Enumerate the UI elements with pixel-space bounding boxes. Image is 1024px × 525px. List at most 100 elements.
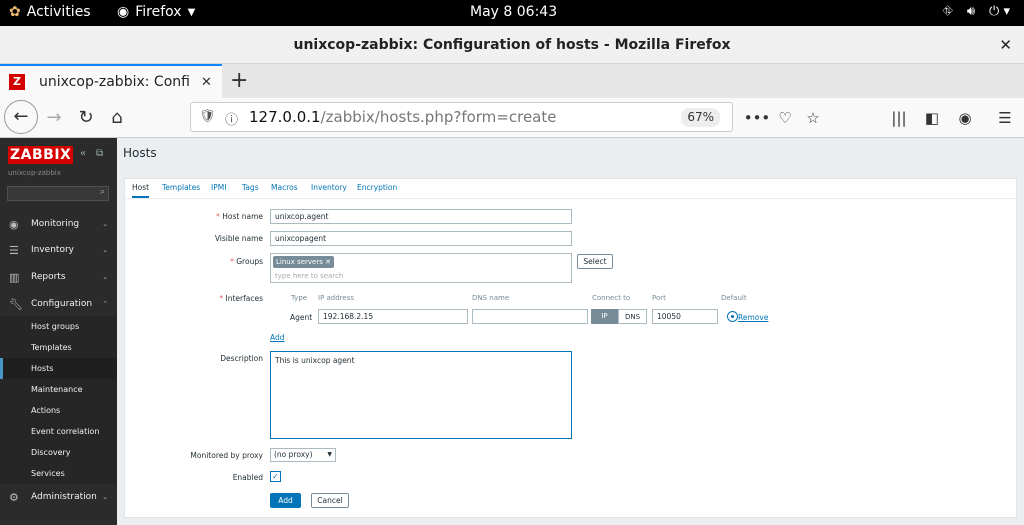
site-info-icon[interactable]: ⓘ [225,109,238,128]
add-button[interactable]: Add [270,493,301,508]
submenu-maintenance[interactable]: Maintenance [0,379,117,400]
remove-interface-link[interactable]: Remove [738,313,768,322]
iface-ip-input[interactable]: 192.168.2.15 [318,309,468,324]
collapse-sidebar-icon[interactable]: « [80,148,86,159]
tab-host[interactable]: Host [132,183,150,198]
iface-port-input[interactable]: 10050 [652,309,718,324]
account-icon[interactable]: ◉ [951,104,979,132]
clock[interactable]: May 8 06:43 [470,4,557,20]
search-icon[interactable]: ⌕ [100,187,105,197]
app-menu-button[interactable]: ◉ Firefox ▼ [117,4,195,20]
tab-tags[interactable]: Tags [242,183,259,192]
gear-icon: ⚙ [9,490,19,504]
menu-label: Reports [31,272,66,282]
form-tabs: Host Templates IPMI Tags Macros Inventor… [125,179,1018,199]
menu-label: Administration [31,492,97,502]
activities-button[interactable]: ✿ Activities [9,4,91,20]
tracking-shield-icon[interactable]: 🛡︎ [199,109,216,124]
submenu-host-groups[interactable]: Host groups [0,316,117,337]
browser-tab[interactable]: Z unixcop-zabbix: Configura ✕ [0,64,222,98]
sidebar-toggle-icon[interactable]: ◧ [918,104,946,132]
new-tab-icon[interactable]: + [230,68,248,93]
visible-name-label: Visible name [214,234,263,243]
host-name-input[interactable]: unixcop.agent [270,209,572,224]
iface-col-dns: DNS name [472,294,510,302]
menu-administration[interactable]: ⚙ Administration ⌄ [0,485,117,509]
hamburger-menu-icon[interactable]: ☰ [991,104,1019,132]
zabbix-logo[interactable]: ZABBIX [8,146,74,164]
reload-icon[interactable]: ↻ [72,104,100,132]
connect-dns-toggle[interactable]: DNS [618,309,647,324]
proxy-select[interactable]: (no proxy) ▼ [270,448,336,462]
add-interface-link[interactable]: Add [270,333,285,342]
back-icon[interactable]: ← [4,100,38,134]
select-groups-button[interactable]: Select [577,254,613,269]
iface-col-default: Default [721,294,747,302]
iface-dns-input[interactable] [472,309,588,324]
groups-multiselect[interactable]: Linux servers ✕ type here to search [270,253,572,283]
browser-tab-title: unixcop-zabbix: Configura [39,74,189,90]
interfaces-label: * Interfaces [219,294,263,303]
window-close-icon[interactable]: ✕ [999,26,1012,64]
zabbix-favicon-icon: Z [9,74,25,90]
submenu-templates[interactable]: Templates [0,337,117,358]
nav-bar: ← → ↻ ⌂ 🛡︎ ⓘ 127.0.0.1/zabbix/hosts.php?… [0,98,1024,138]
submenu-services[interactable]: Services [0,463,117,484]
submenu-event-correlation[interactable]: Event correlation [0,421,117,442]
cancel-button[interactable]: Cancel [311,493,349,508]
iface-col-ip: IP address [318,294,355,302]
tab-templates[interactable]: Templates [162,183,200,192]
server-name: unixcop-zabbix [8,169,61,177]
zabbix-sidebar: ZABBIX « ⧉ unixcop-zabbix ⌕ ◉ Monitoring… [0,138,117,525]
chevron-down-icon: ⌄ [102,273,108,281]
bookmark-star-icon[interactable]: ☆ [799,104,827,132]
page-actions-icon[interactable]: ••• [743,104,771,132]
submenu-actions[interactable]: Actions [0,400,117,421]
page-title: Hosts [123,146,157,160]
remove-tag-icon[interactable]: ✕ [325,258,331,266]
enabled-label: Enabled [232,473,263,482]
tab-macros[interactable]: Macros [271,183,298,192]
submenu-discovery[interactable]: Discovery [0,442,117,463]
zoom-indicator[interactable]: 67% [681,108,720,127]
pocket-icon[interactable]: ♡ [771,104,799,132]
firefox-icon: ◉ [117,4,130,20]
tab-inventory[interactable]: Inventory [311,183,347,192]
proxy-select-value: (no proxy) [274,450,313,459]
os-top-bar: ✿ Activities ◉ Firefox ▼ May 8 06:43 ⛗ 🔊… [0,0,1024,26]
forward-icon[interactable]: → [40,104,68,132]
window-title: unixcop-zabbix: Configuration of hosts -… [293,37,731,53]
visible-name-input[interactable]: unixcopagent [270,231,572,246]
app-menu-label: Firefox [135,4,182,20]
proxy-label: Monitored by proxy [190,451,263,460]
host-name-label: * Host name [216,212,263,221]
system-tray[interactable]: ⛗ 🔊︎ ⏻ ▾ [942,4,1010,19]
sidebar-search-input[interactable]: ⌕ [7,186,109,201]
submenu-hosts[interactable]: Hosts [0,358,117,379]
chevron-down-icon: ⌄ [102,220,108,228]
iface-col-type: Type [291,294,308,302]
power-icon: ⏻ ▾ [989,4,1010,19]
chevron-down-icon: ⌄ [102,246,108,254]
menu-monitoring[interactable]: ◉ Monitoring ⌄ [0,212,117,236]
group-tag[interactable]: Linux servers ✕ [273,256,335,268]
tab-ipmi[interactable]: IPMI [211,183,226,192]
menu-inventory[interactable]: ☰ Inventory ⌄ [0,238,117,262]
connect-ip-toggle[interactable]: IP [591,309,618,324]
description-textarea[interactable]: This is unixcop agent [270,351,572,439]
tab-close-icon[interactable]: ✕ [201,75,212,90]
url-bar[interactable]: 🛡︎ ⓘ 127.0.0.1/zabbix/hosts.php?form=cre… [190,102,733,132]
url-text[interactable]: 127.0.0.1/zabbix/hosts.php?form=create [249,108,556,126]
home-icon[interactable]: ⌂ [103,104,131,132]
host-form: Host Templates IPMI Tags Macros Inventor… [124,178,1018,518]
menu-reports[interactable]: ▥ Reports ⌄ [0,265,117,289]
default-interface-radio[interactable] [727,311,738,322]
list-icon: ☰ [9,243,19,257]
kiosk-mode-icon[interactable]: ⧉ [96,148,103,159]
library-icon[interactable]: ||| [885,104,913,132]
configuration-submenu: Host groups Templates Hosts Maintenance … [0,316,117,484]
enabled-checkbox[interactable]: ✓ [270,471,281,482]
tab-encryption[interactable]: Encryption [357,183,397,192]
bar-chart-icon: ▥ [9,270,20,284]
menu-configuration[interactable]: 🔧︎ Configuration ⌃ [0,292,117,316]
